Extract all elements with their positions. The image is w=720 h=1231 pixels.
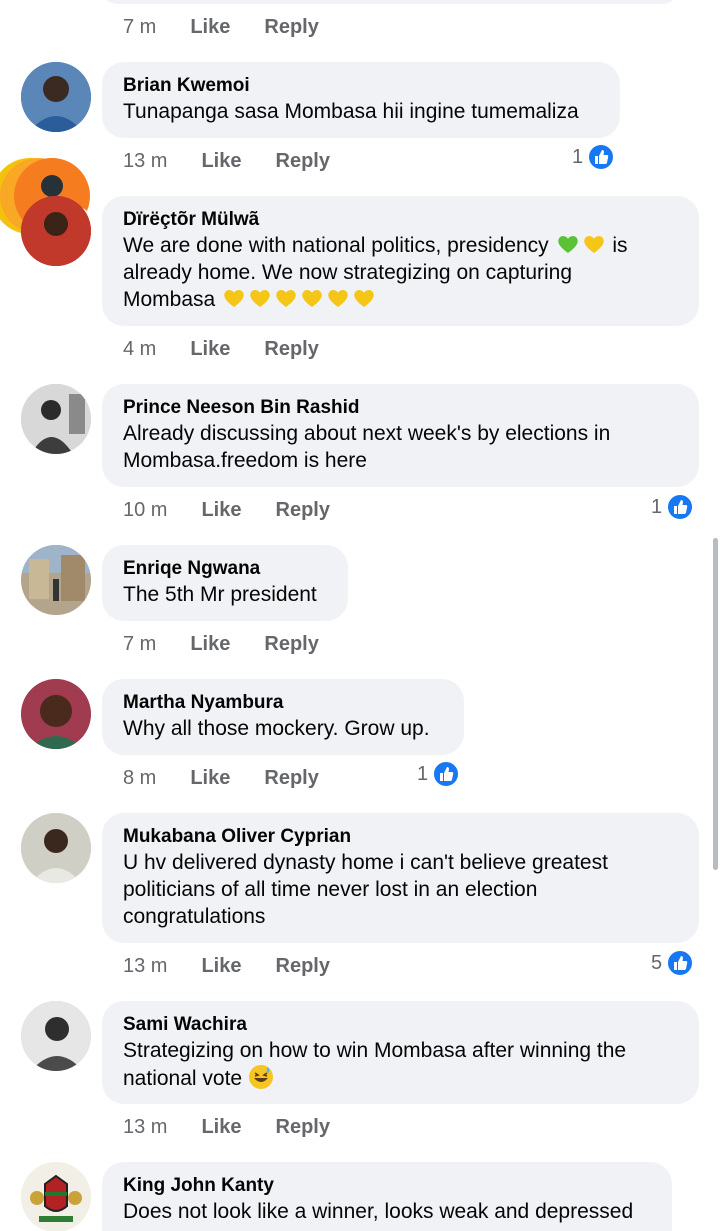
reply-button[interactable]: Reply	[264, 767, 318, 790]
previous-comment-bubble	[100, 0, 680, 4]
reaction-summary[interactable]: 1	[572, 143, 616, 171]
reply-button[interactable]: Reply	[276, 1116, 330, 1139]
reaction-summary[interactable]: 1	[417, 760, 461, 788]
avatar[interactable]	[21, 545, 91, 615]
reaction-summary[interactable]: 5	[651, 949, 695, 977]
reaction-count: 1	[651, 495, 663, 518]
avatar[interactable]	[21, 813, 91, 883]
comment-time: 13 m	[123, 954, 168, 977]
comment-text-part: Mombasa	[123, 288, 216, 311]
reaction-count: 1	[572, 145, 584, 168]
comment-text: Already discussing about next week's by …	[123, 422, 611, 472]
thumbs-up-icon	[666, 493, 695, 521]
avatar[interactable]	[21, 1001, 91, 1071]
comment-text-part: We are done with national politics, pres…	[123, 234, 549, 257]
comment-actions: 7 m Like Reply	[123, 12, 319, 42]
comment-author[interactable]: King John Kanty	[123, 1174, 650, 1198]
reply-button[interactable]: Reply	[276, 499, 330, 522]
comment-text-part: is	[612, 234, 628, 257]
yellow-heart-icon	[354, 290, 374, 307]
comment-actions: 13 m Like Reply	[123, 1112, 330, 1142]
comment-author[interactable]: Mukabana Oliver Cyprian	[123, 825, 677, 849]
like-button[interactable]: Like	[201, 499, 241, 522]
comment-text: The 5th Mr president	[123, 583, 317, 606]
comment-time: 13 m	[123, 1115, 168, 1138]
yellow-heart-icon	[276, 290, 296, 307]
avatar[interactable]	[21, 384, 91, 454]
comment-actions: 13 m Like Reply	[123, 146, 330, 176]
comment-actions: 4 m Like Reply	[123, 334, 319, 364]
comment-text: Strategizing on how to win Mombasa after…	[123, 1037, 663, 1092]
grinning-sweat-emoji-icon	[248, 1065, 273, 1089]
comment-author[interactable]: Sami Wachira	[123, 1013, 677, 1037]
scrollbar[interactable]	[713, 538, 718, 870]
thumbs-up-icon	[432, 760, 461, 788]
comment-actions: 13 m Like Reply	[123, 951, 330, 981]
yellow-heart-icon	[224, 290, 244, 307]
comment-text: Does not look like a winner, looks weak …	[123, 1200, 634, 1223]
comment-text: U hv delivered dynasty home i can't beli…	[123, 851, 608, 928]
reaction-count: 1	[417, 762, 429, 785]
comment-time: 7 m	[123, 632, 157, 655]
reply-button[interactable]: Reply	[264, 16, 318, 39]
yellow-heart-icon	[328, 290, 348, 307]
comment-author[interactable]: Brian Kwemoi	[123, 74, 598, 98]
avatar[interactable]	[21, 62, 91, 132]
yellow-heart-icon	[302, 290, 322, 307]
comment-bubble[interactable]: Martha Nyambura Why all those mockery. G…	[102, 679, 464, 755]
reaction-summary[interactable]: 1	[651, 493, 695, 521]
thumbs-up-icon	[666, 949, 695, 977]
comment-bubble[interactable]: Mukabana Oliver Cyprian U hv delivered d…	[102, 813, 699, 943]
comment-time: 4 m	[123, 337, 157, 360]
comment-author[interactable]: Dïrëçtõr Mülwã	[123, 208, 677, 232]
like-button[interactable]: Like	[190, 16, 230, 39]
like-button[interactable]: Like	[201, 1116, 241, 1139]
comment-bubble[interactable]: Prince Neeson Bin Rashid Already discuss…	[102, 384, 699, 487]
comment-text: Tunapanga sasa Mombasa hii ingine tumema…	[123, 100, 579, 123]
avatar[interactable]	[21, 196, 91, 266]
green-heart-icon	[557, 236, 578, 253]
comment-text-part: Strategizing on how to win Mombasa after…	[123, 1039, 627, 1090]
comment-bubble[interactable]: Dïrëçtõr Mülwã We are done with national…	[102, 196, 699, 326]
comment-actions: 8 m Like Reply	[123, 763, 319, 793]
like-button[interactable]: Like	[190, 338, 230, 361]
comment-author[interactable]: Enriqe Ngwana	[123, 557, 326, 581]
comment-bubble[interactable]: Enriqe Ngwana The 5th Mr president	[102, 545, 348, 621]
like-button[interactable]: Like	[190, 633, 230, 656]
avatar[interactable]	[21, 679, 91, 749]
comment-time: 8 m	[123, 766, 157, 789]
reply-button[interactable]: Reply	[276, 150, 330, 173]
reply-button[interactable]: Reply	[264, 633, 318, 656]
comment-text: Why all those mockery. Grow up.	[123, 717, 430, 740]
comment-time: 10 m	[123, 498, 168, 521]
yellow-heart-icon	[250, 290, 270, 307]
comment-author[interactable]: Martha Nyambura	[123, 691, 442, 715]
comment-text: We are done with national politics, pres…	[123, 232, 677, 313]
like-button[interactable]: Like	[201, 955, 241, 978]
comment-text-part: already home. We now strategizing on cap…	[123, 261, 573, 284]
reply-button[interactable]: Reply	[276, 955, 330, 978]
like-button[interactable]: Like	[190, 767, 230, 790]
comment-actions: 10 m Like Reply	[123, 495, 330, 525]
comment-actions: 7 m Like Reply	[123, 629, 319, 659]
reaction-count: 5	[651, 951, 663, 974]
comment-bubble[interactable]: Sami Wachira Strategizing on how to win …	[102, 1001, 699, 1104]
comment-bubble[interactable]: Brian Kwemoi Tunapanga sasa Mombasa hii …	[102, 62, 620, 138]
comment-bubble[interactable]: King John Kanty Does not look like a win…	[102, 1162, 672, 1231]
yellow-heart-icon	[583, 236, 604, 253]
comment-time: 13 m	[123, 149, 168, 172]
avatar[interactable]	[21, 1162, 91, 1231]
comment-time: 7 m	[123, 15, 157, 38]
reply-button[interactable]: Reply	[264, 338, 318, 361]
thumbs-up-icon	[587, 143, 616, 171]
like-button[interactable]: Like	[201, 150, 241, 173]
comment-author[interactable]: Prince Neeson Bin Rashid	[123, 396, 677, 420]
